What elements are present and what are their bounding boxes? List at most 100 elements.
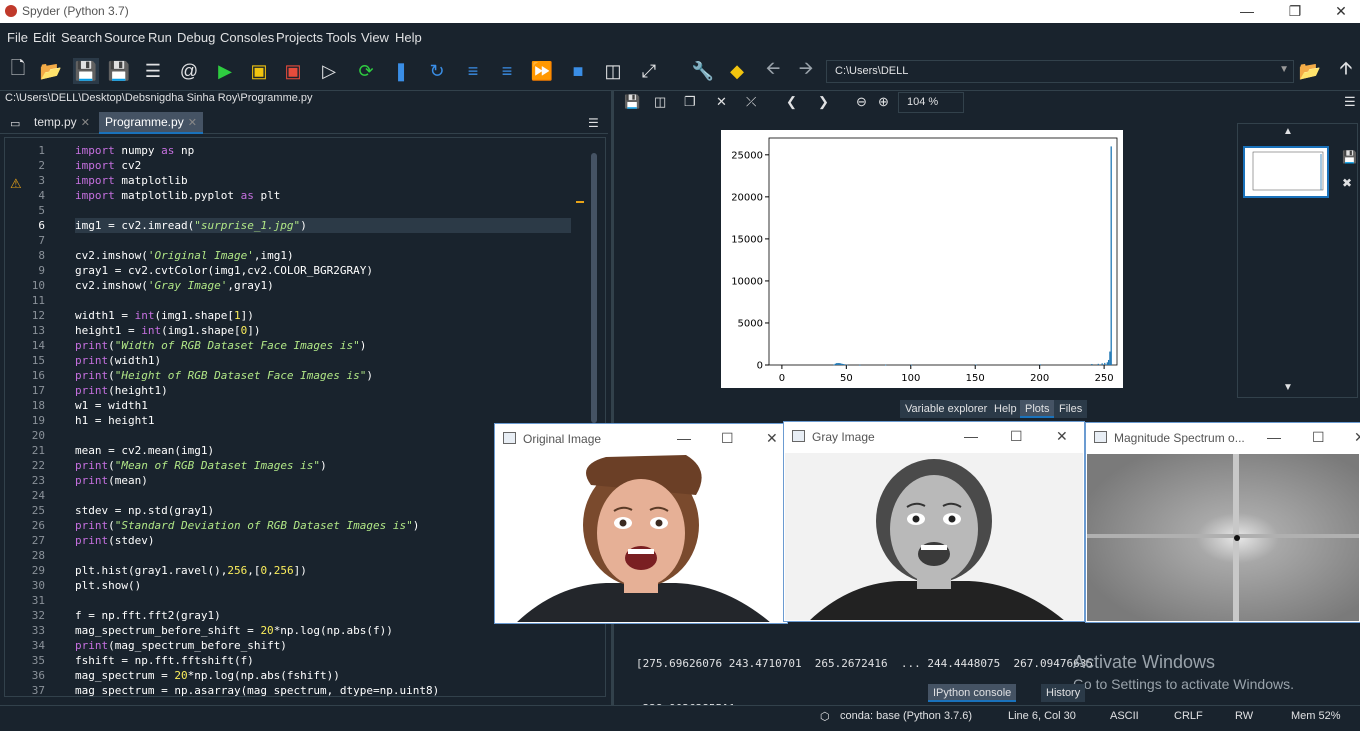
save-thumbnail-icon[interactable]: 💾 [1342, 150, 1357, 164]
python-path-icon[interactable]: ◆ [724, 58, 750, 84]
minimize-icon[interactable]: — [677, 430, 691, 446]
preferences-icon[interactable]: 🔧 [690, 58, 716, 84]
tab-help[interactable]: Help [989, 400, 1022, 418]
code-line[interactable]: mag_spectrum_before_shift = 20*np.log(np… [75, 623, 571, 638]
code-line[interactable]: height1 = int(img1.shape[0]) [75, 323, 571, 338]
window-title-bar[interactable]: Original Image — ☐ ✕ [495, 424, 787, 454]
plot-thumbnail[interactable] [1243, 146, 1329, 198]
close-icon[interactable]: ✕ [1056, 428, 1068, 445]
continue-icon[interactable]: ⏩ [529, 58, 555, 84]
code-line[interactable]: import matplotlib [75, 173, 571, 188]
menu-view[interactable]: View [361, 30, 389, 45]
code-line[interactable] [75, 233, 571, 248]
window-title-bar[interactable]: Gray Image — ☐ ✕ [784, 422, 1084, 452]
remove-all-plots-icon[interactable]: ⤫ [746, 94, 756, 110]
restore-button[interactable]: ❐ [1272, 0, 1318, 23]
menu-consoles[interactable]: Consoles [220, 30, 274, 45]
gray-image-window[interactable]: Gray Image — ☐ ✕ [783, 421, 1085, 622]
maximize-icon[interactable]: ☐ [1312, 429, 1325, 446]
close-thumbnail-icon[interactable]: ✖ [1342, 176, 1352, 190]
run-cell-advance-icon[interactable]: ▣ [280, 58, 306, 84]
menu-edit[interactable]: Edit [33, 30, 55, 45]
window-title-bar[interactable]: Magnitude Spectrum o... — ☐ ✕ [1086, 423, 1360, 453]
maximize-pane-icon[interactable]: ◫ [600, 58, 626, 84]
close-button[interactable]: ✕ [1318, 0, 1360, 23]
menu-help[interactable]: Help [395, 30, 422, 45]
code-line[interactable]: import cv2 [75, 158, 571, 173]
step-into-icon[interactable]: ≡ [460, 58, 486, 84]
copy-plot-icon[interactable]: ❐ [684, 94, 696, 110]
stop-icon[interactable]: ■ [565, 58, 591, 84]
code-line[interactable]: print("Height of RGB Dataset Face Images… [75, 368, 571, 383]
tab-temp[interactable]: temp.py ✕ [28, 112, 96, 134]
code-line[interactable]: img1 = cv2.imread("surprise_1.jpg") [75, 218, 571, 233]
close-tab-icon[interactable]: ✕ [81, 117, 90, 129]
outline-icon[interactable]: ☰ [140, 58, 166, 84]
parent-dir-icon[interactable]: 🡩 [1333, 58, 1359, 84]
debug-icon[interactable]: ❚ [388, 58, 414, 84]
zoom-level[interactable]: 104 % [898, 92, 964, 113]
maximize-icon[interactable]: ☐ [1010, 428, 1023, 445]
code-line[interactable]: gray1 = cv2.cvtColor(img1,cv2.COLOR_BGR2… [75, 263, 571, 278]
tab-variable-explorer[interactable]: Variable explorer [900, 400, 993, 418]
menu-file[interactable]: File [7, 30, 28, 45]
browse-folder-icon[interactable]: 📂 [1297, 58, 1323, 84]
run-selection-icon[interactable]: ▷ [316, 58, 342, 84]
save-plot-icon[interactable]: 💾 [624, 94, 640, 110]
tab-history[interactable]: History [1041, 684, 1086, 702]
code-line[interactable]: mag_spectrum = 20*np.log(np.abs(fshift)) [75, 668, 571, 683]
run-cell-icon[interactable]: ▣ [246, 58, 272, 84]
save-all-icon[interactable]: 💾 [106, 58, 132, 84]
editor-options-icon[interactable]: ☰ [582, 113, 605, 135]
menu-debug[interactable]: Debug [177, 30, 215, 45]
at-icon[interactable]: @ [176, 58, 202, 84]
save-icon[interactable]: 💾 [73, 58, 99, 84]
browse-tabs-icon[interactable]: ▭ [4, 114, 26, 136]
tab-files[interactable]: Files [1054, 400, 1088, 418]
menu-projects[interactable]: Projects [276, 30, 323, 45]
code-line[interactable]: width1 = int(img1.shape[1]) [75, 308, 571, 323]
minimize-icon[interactable]: — [1267, 429, 1281, 445]
code-line[interactable]: print(height1) [75, 383, 571, 398]
menu-run[interactable]: Run [148, 30, 172, 45]
code-line[interactable]: cv2.imshow('Original Image',img1) [75, 248, 571, 263]
fullscreen-icon[interactable]: ⤢ [636, 58, 662, 84]
forward-arrow-icon[interactable]: 🡪 [793, 58, 819, 84]
code-line[interactable]: fshift = np.fft.fftshift(f) [75, 653, 571, 668]
step-icon[interactable]: ↻ [424, 58, 450, 84]
open-file-icon[interactable]: 📂 [38, 58, 64, 84]
code-line[interactable]: mag_spectrum = np.asarray(mag_spectrum, … [75, 683, 571, 696]
code-line[interactable]: print("Width of RGB Dataset Face Images … [75, 338, 571, 353]
menu-tools[interactable]: Tools [326, 30, 356, 45]
tab-programme[interactable]: Programme.py ✕ [99, 112, 203, 134]
minimize-button[interactable]: — [1224, 0, 1270, 23]
previous-plot-icon[interactable]: ❮ [786, 94, 797, 110]
remove-plot-icon[interactable]: ✕ [716, 94, 727, 110]
zoom-in-icon[interactable]: ⊕ [878, 94, 889, 110]
step-return-icon[interactable]: ≡ [494, 58, 520, 84]
close-icon[interactable]: ✕ [766, 430, 778, 447]
code-line[interactable]: print(width1) [75, 353, 571, 368]
close-tab-icon[interactable]: ✕ [188, 117, 197, 129]
menu-search[interactable]: Search [61, 30, 102, 45]
code-line[interactable]: print(mag_spectrum_before_shift) [75, 638, 571, 653]
minimize-icon[interactable]: — [964, 428, 978, 444]
code-line[interactable]: import numpy as np [75, 143, 571, 158]
scrollbar-thumb[interactable] [591, 153, 597, 423]
menu-source[interactable]: Source [104, 30, 145, 45]
status-env[interactable]: conda: base (Python 3.7.6) [840, 710, 972, 722]
code-line[interactable] [75, 203, 571, 218]
back-arrow-icon[interactable]: 🡨 [760, 58, 786, 84]
magnitude-spectrum-window[interactable]: Magnitude Spectrum o... — ☐ ✕ [1085, 422, 1360, 623]
run-icon[interactable]: ▶ [212, 58, 238, 84]
scroll-up-icon[interactable]: ▲ [1283, 126, 1293, 137]
close-icon[interactable]: ✕ [1354, 429, 1360, 446]
scroll-down-icon[interactable]: ▼ [1283, 382, 1293, 393]
code-line[interactable]: cv2.imshow('Gray Image',gray1) [75, 278, 571, 293]
original-image-window[interactable]: Original Image — ☐ ✕ [494, 423, 788, 624]
tab-plots[interactable]: Plots [1020, 400, 1055, 418]
tab-ipython-console[interactable]: IPython console [928, 684, 1017, 702]
rerun-icon[interactable]: ⟳ [353, 58, 379, 84]
code-line[interactable]: w1 = width1 [75, 398, 571, 413]
maximize-icon[interactable]: ☐ [721, 430, 734, 447]
